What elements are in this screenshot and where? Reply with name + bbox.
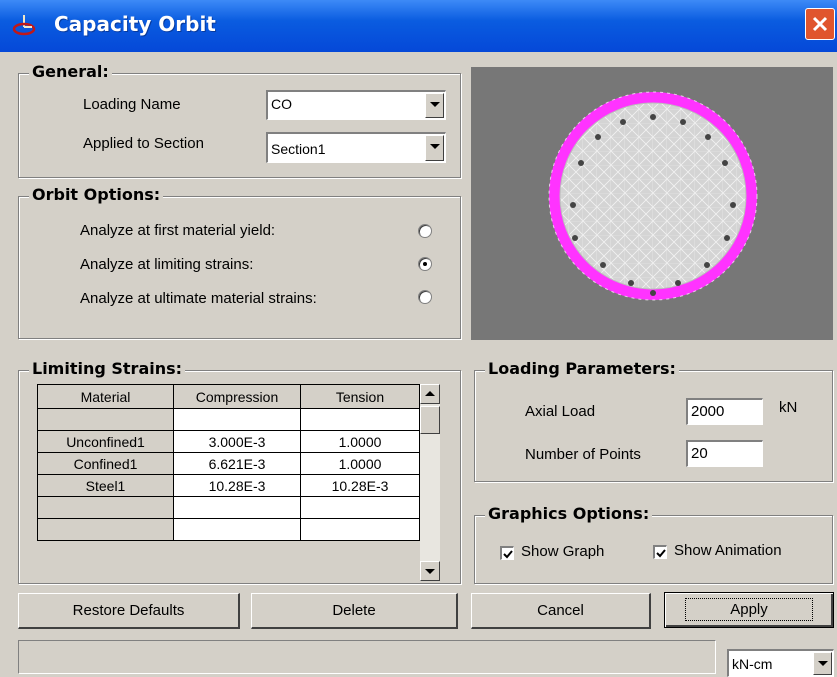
restore-defaults-button[interactable]: Restore Defaults [18, 593, 240, 629]
graphics-options-legend: Graphics Options: [485, 504, 653, 523]
table-cell[interactable]: Confined1 [37, 452, 174, 475]
show-animation-label[interactable]: Show Animation [674, 542, 782, 559]
scroll-thumb[interactable] [420, 406, 440, 434]
applied-to-label: Applied to Section [83, 135, 204, 152]
table-cell[interactable] [300, 496, 420, 519]
section-preview [471, 67, 833, 340]
orbit-options-legend: Orbit Options: [29, 185, 164, 204]
apply-button[interactable]: Apply [664, 592, 834, 628]
show-graph-checkbox[interactable] [500, 546, 514, 560]
loading-parameters-group [474, 370, 833, 482]
table-row: Steel1 10.28E-3 10.28E-3 [37, 474, 420, 497]
delete-button[interactable]: Delete [251, 593, 458, 629]
status-bar [18, 640, 716, 674]
table-cell[interactable]: Unconfined1 [37, 430, 174, 453]
chevron-down-icon[interactable] [813, 652, 832, 675]
orbit-option-radio-ultimate[interactable] [418, 290, 432, 304]
table-cell[interactable]: 6.621E-3 [173, 452, 301, 475]
number-of-points-input[interactable]: 20 [686, 440, 763, 467]
title-bar: Capacity Orbit [0, 0, 837, 52]
checkmark-icon [656, 549, 666, 558]
loading-name-combo[interactable]: CO [266, 90, 446, 120]
loading-name-value: CO [271, 96, 292, 112]
table-cell[interactable]: 10.28E-3 [173, 474, 301, 497]
close-button[interactable] [805, 8, 835, 40]
units-value: kN-cm [732, 656, 773, 672]
arrow-up-icon [425, 391, 435, 396]
orbit-option-radio-yield[interactable] [418, 224, 432, 238]
window-title: Capacity Orbit [54, 12, 216, 36]
table-cell[interactable] [37, 496, 174, 519]
section-drawing [548, 91, 758, 301]
table-cell[interactable]: 1.0000 [300, 430, 420, 453]
loading-name-label: Loading Name [83, 96, 181, 113]
chevron-down-icon[interactable] [425, 93, 444, 118]
table-scrollbar[interactable] [420, 384, 440, 581]
chevron-down-icon[interactable] [425, 135, 444, 161]
table-cell[interactable] [37, 518, 174, 541]
table-row: Unconfined1 3.000E-3 1.0000 [37, 430, 420, 453]
table-cell[interactable]: Steel1 [37, 474, 174, 497]
applied-to-combo[interactable]: Section1 [266, 132, 446, 163]
column-header[interactable]: Compression [173, 384, 301, 409]
scroll-down-button[interactable] [420, 561, 440, 581]
show-animation-checkbox[interactable] [653, 545, 667, 559]
scroll-up-button[interactable] [420, 384, 440, 404]
table-cell[interactable]: 1.0000 [300, 452, 420, 475]
orbit-app-icon [12, 14, 36, 38]
table-row [37, 518, 420, 541]
table-row [37, 496, 420, 519]
table-row: Confined1 6.621E-3 1.0000 [37, 452, 420, 475]
cancel-button[interactable]: Cancel [471, 593, 651, 629]
orbit-option-radio-limiting[interactable] [418, 257, 432, 271]
axial-load-label: Axial Load [525, 403, 596, 420]
orbit-option-label: Analyze at limiting strains: [80, 256, 254, 273]
table-cell[interactable] [173, 496, 301, 519]
column-header[interactable]: Tension [300, 384, 420, 409]
column-header[interactable]: Material [37, 384, 174, 409]
loading-parameters-legend: Loading Parameters: [485, 359, 679, 378]
table-cell[interactable] [300, 518, 420, 541]
limiting-strains-legend: Limiting Strains: [29, 359, 186, 378]
table-cell[interactable] [173, 518, 301, 541]
apply-button-label: Apply [685, 598, 813, 621]
strains-table: Material Compression Tension Unconfined1… [37, 384, 420, 541]
orbit-option-label: Analyze at first material yield: [80, 222, 276, 239]
checkmark-icon [503, 550, 513, 559]
orbit-option-label: Analyze at ultimate material strains: [80, 290, 317, 307]
table-row [37, 408, 420, 431]
table-cell[interactable] [300, 408, 420, 431]
general-legend: General: [29, 62, 112, 81]
close-icon [812, 16, 828, 32]
table-cell[interactable] [37, 408, 174, 431]
show-graph-label[interactable]: Show Graph [521, 543, 604, 560]
table-cell[interactable]: 3.000E-3 [173, 430, 301, 453]
number-of-points-label: Number of Points [525, 446, 641, 463]
applied-to-value: Section1 [271, 141, 326, 157]
table-cell[interactable] [173, 408, 301, 431]
axial-load-unit: kN [779, 399, 798, 416]
axial-load-input[interactable]: 2000 [686, 398, 763, 425]
units-combo[interactable]: kN-cm [727, 649, 834, 677]
table-cell[interactable]: 10.28E-3 [300, 474, 420, 497]
arrow-down-icon [425, 569, 435, 574]
confined-core [559, 102, 747, 290]
table-header-row: Material Compression Tension [37, 384, 420, 409]
